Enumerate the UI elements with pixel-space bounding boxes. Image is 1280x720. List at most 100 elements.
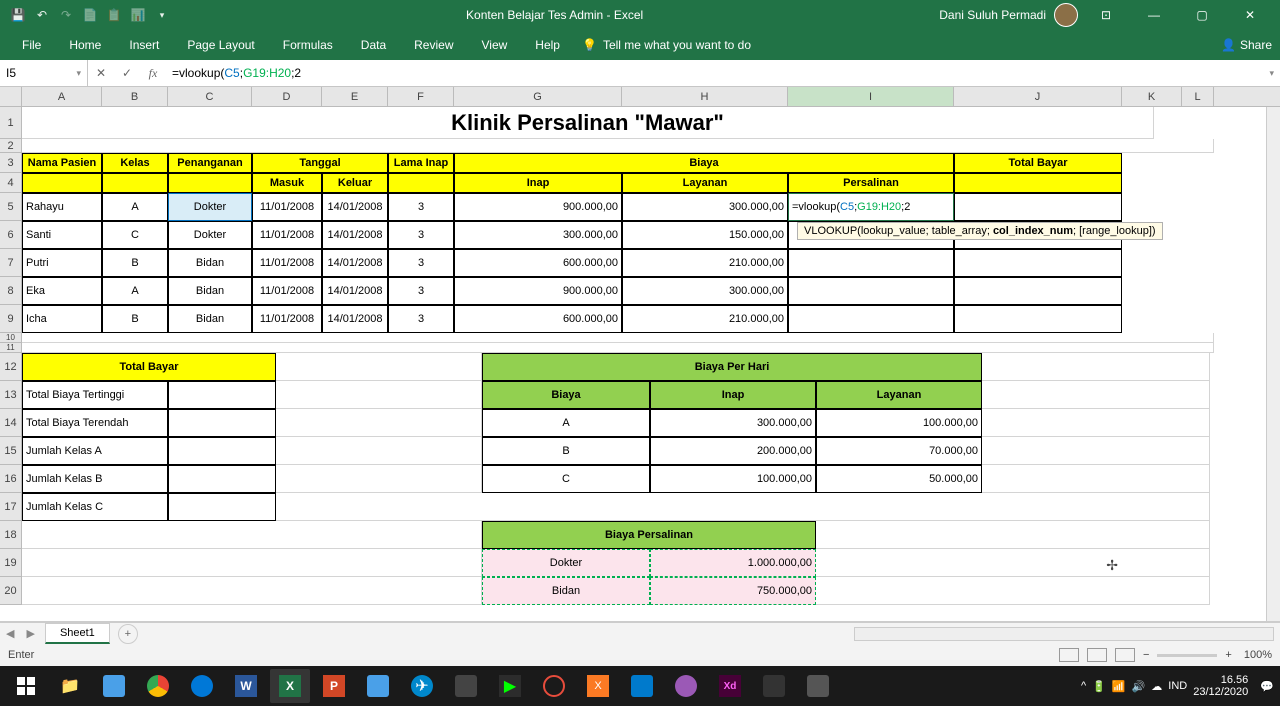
ribbon-options-icon[interactable]: ⊡: [1086, 0, 1126, 30]
col-f[interactable]: F: [388, 87, 454, 106]
row-12[interactable]: 12: [0, 353, 22, 381]
chrome-icon[interactable]: [138, 669, 178, 703]
tab-view[interactable]: View: [468, 32, 522, 58]
app-icon[interactable]: [798, 669, 838, 703]
qat-icon[interactable]: 📊: [130, 7, 146, 23]
app-icon[interactable]: [754, 669, 794, 703]
ref-h20[interactable]: 750.000,00: [650, 577, 816, 605]
wifi-icon[interactable]: 📶: [1112, 680, 1126, 693]
row-5[interactable]: 5: [0, 193, 22, 221]
row-18[interactable]: 18: [0, 521, 22, 549]
row-8[interactable]: 8: [0, 277, 22, 305]
col-a[interactable]: A: [22, 87, 102, 106]
zoom-in-icon[interactable]: +: [1225, 649, 1231, 661]
col-l[interactable]: L: [1182, 87, 1214, 106]
start-button[interactable]: [6, 669, 46, 703]
app-icon[interactable]: [358, 669, 398, 703]
select-all[interactable]: [0, 87, 22, 106]
volume-icon[interactable]: 🔊: [1132, 680, 1146, 693]
horizontal-scrollbar[interactable]: [854, 627, 1274, 641]
grid[interactable]: 1 Klinik Persalinan "Mawar" 2 3 Nama Pas…: [0, 107, 1280, 605]
row-9[interactable]: 9: [0, 305, 22, 333]
zoom-slider[interactable]: [1157, 654, 1217, 657]
row-10[interactable]: 10: [0, 333, 22, 343]
app-icon[interactable]: [94, 669, 134, 703]
avatar[interactable]: [1054, 3, 1078, 27]
tab-nav-next[interactable]: ▶: [20, 627, 40, 640]
zoom-level[interactable]: 100%: [1244, 649, 1272, 661]
qat-dropdown-icon[interactable]: ▾: [154, 7, 170, 23]
undo-icon[interactable]: ↶: [34, 7, 50, 23]
row-11[interactable]: 11: [0, 343, 22, 353]
row-4[interactable]: 4: [0, 173, 22, 193]
col-e[interactable]: E: [322, 87, 388, 106]
tab-formulas[interactable]: Formulas: [269, 32, 347, 58]
row-16[interactable]: 16: [0, 465, 22, 493]
tray-chevron-icon[interactable]: ^: [1081, 680, 1086, 692]
onedrive-icon[interactable]: ☁: [1151, 680, 1162, 693]
pagelayout-view-icon[interactable]: [1087, 648, 1107, 662]
vscode-icon[interactable]: [622, 669, 662, 703]
col-b[interactable]: B: [102, 87, 168, 106]
tray-lang[interactable]: IND: [1168, 680, 1187, 692]
clock[interactable]: 16.56 23/12/2020: [1193, 674, 1254, 698]
notifications-icon[interactable]: 💬: [1260, 680, 1274, 693]
row-2[interactable]: 2: [0, 139, 22, 153]
ref-g19[interactable]: Dokter: [482, 549, 650, 577]
tab-data[interactable]: Data: [347, 32, 400, 58]
expand-icon[interactable]: ▾: [1263, 68, 1280, 79]
enter-icon[interactable]: ✓: [114, 66, 140, 80]
row-15[interactable]: 15: [0, 437, 22, 465]
col-j[interactable]: J: [954, 87, 1122, 106]
app-icon[interactable]: [666, 669, 706, 703]
battery-icon[interactable]: 🔋: [1092, 680, 1106, 693]
cancel-icon[interactable]: ✕: [88, 66, 114, 80]
app-icon[interactable]: ▶: [490, 669, 530, 703]
vertical-scrollbar[interactable]: [1266, 107, 1280, 621]
row-13[interactable]: 13: [0, 381, 22, 409]
row-17[interactable]: 17: [0, 493, 22, 521]
qat-icon[interactable]: 📄: [82, 7, 98, 23]
share-button[interactable]: 👤 Share: [1221, 38, 1272, 52]
minimize-icon[interactable]: —: [1134, 0, 1174, 30]
tab-review[interactable]: Review: [400, 32, 467, 58]
name-box[interactable]: I5 ▾: [0, 60, 88, 86]
xampp-icon[interactable]: X: [578, 669, 618, 703]
normal-view-icon[interactable]: [1059, 648, 1079, 662]
app-icon[interactable]: [534, 669, 574, 703]
chevron-down-icon[interactable]: ▾: [76, 68, 81, 79]
app-icon[interactable]: [446, 669, 486, 703]
formula-input[interactable]: =vlookup(C5;G19:H20;2: [166, 66, 1263, 80]
tab-insert[interactable]: Insert: [115, 32, 173, 58]
sheet-tab[interactable]: Sheet1: [45, 623, 110, 644]
row-20[interactable]: 20: [0, 577, 22, 605]
add-sheet-button[interactable]: +: [118, 624, 138, 644]
row-1[interactable]: 1: [0, 107, 22, 139]
zoom-out-icon[interactable]: −: [1143, 649, 1149, 661]
tab-nav-prev[interactable]: ◀: [0, 627, 20, 640]
qat-icon[interactable]: 📋: [106, 7, 122, 23]
col-h[interactable]: H: [622, 87, 788, 106]
word-icon[interactable]: W: [226, 669, 266, 703]
tab-file[interactable]: File: [8, 32, 55, 58]
xd-icon[interactable]: Xd: [710, 669, 750, 703]
fx-icon[interactable]: fx: [140, 66, 166, 81]
powerpoint-icon[interactable]: P: [314, 669, 354, 703]
col-g[interactable]: G: [454, 87, 622, 106]
col-d[interactable]: D: [252, 87, 322, 106]
tab-home[interactable]: Home: [55, 32, 115, 58]
edge-icon[interactable]: [182, 669, 222, 703]
row-19[interactable]: 19: [0, 549, 22, 577]
excel-icon[interactable]: X: [270, 669, 310, 703]
col-k[interactable]: K: [1122, 87, 1182, 106]
pagebreak-view-icon[interactable]: [1115, 648, 1135, 662]
tab-pagelayout[interactable]: Page Layout: [173, 32, 268, 58]
active-cell[interactable]: =vlookup(C5;G19:H20;2 VLOOKUP(lookup_val…: [788, 193, 954, 221]
row-14[interactable]: 14: [0, 409, 22, 437]
telegram-icon[interactable]: ✈: [402, 669, 442, 703]
save-icon[interactable]: 💾: [10, 7, 26, 23]
maximize-icon[interactable]: ▢: [1182, 0, 1222, 30]
explorer-icon[interactable]: 📁: [50, 669, 90, 703]
row-7[interactable]: 7: [0, 249, 22, 277]
row-3[interactable]: 3: [0, 153, 22, 173]
